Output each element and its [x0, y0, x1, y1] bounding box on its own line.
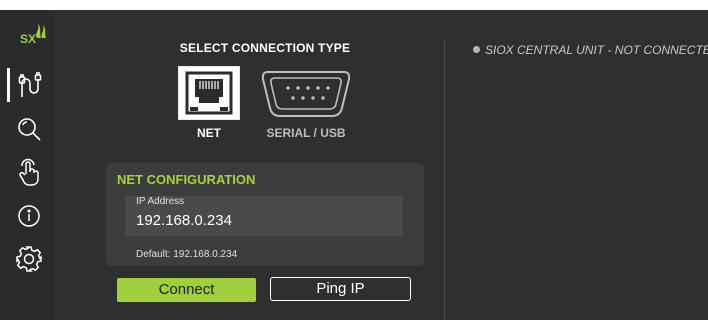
sidebar-item-touch[interactable] — [12, 155, 46, 189]
ip-address-label: IP Address — [136, 196, 185, 207]
connection-type-serial[interactable] — [258, 66, 354, 122]
sidebar-item-info[interactable] — [12, 199, 46, 233]
default-ip-hint: Default: 192.168.0.234 — [136, 249, 238, 260]
sidebar-item-connection[interactable] — [12, 68, 46, 102]
search-icon — [18, 118, 41, 141]
sidebar-item-settings[interactable] — [12, 242, 46, 276]
active-indicator — [7, 68, 10, 102]
serial-label: SERIAL / USB — [266, 126, 346, 140]
ip-address-value[interactable]: 192.168.0.234 — [136, 212, 232, 229]
sidebar-item-search[interactable] — [12, 112, 46, 146]
panel-divider — [444, 40, 445, 320]
ethernet-port-icon — [185, 71, 233, 115]
touch-hand-icon — [19, 158, 39, 186]
connection-panel: SELECT CONNECTION TYPE NET SERIAL / USB … — [106, 10, 424, 320]
connection-status: SIOX CENTRAL UNIT - NOT CONNECTED — [473, 43, 708, 57]
sidebar: SX — [0, 10, 54, 320]
ping-ip-button[interactable]: Ping IP — [270, 277, 411, 301]
net-configuration-title: NET CONFIGURATION — [117, 172, 256, 187]
connect-button[interactable]: Connect — [117, 278, 256, 302]
app-window: SX SELECT CONNECTION TYPE NET SERIAL / U… — [0, 10, 708, 320]
net-label: NET — [197, 126, 221, 140]
serial-port-icon — [261, 71, 351, 117]
gear-icon — [16, 246, 42, 272]
ip-address-field[interactable]: IP Address 192.168.0.234 — [125, 196, 403, 236]
flame-icon — [36, 24, 46, 38]
section-title: SELECT CONNECTION TYPE — [179, 41, 351, 55]
info-icon — [18, 205, 40, 227]
net-configuration-panel: NET CONFIGURATION IP Address 192.168.0.2… — [106, 163, 424, 266]
status-dot-icon — [473, 46, 480, 53]
cable-plug-icon — [18, 72, 42, 97]
app-logo: SX — [20, 24, 46, 46]
status-text: SIOX CENTRAL UNIT - NOT CONNECTED — [485, 43, 708, 57]
net-option-box — [178, 66, 240, 120]
